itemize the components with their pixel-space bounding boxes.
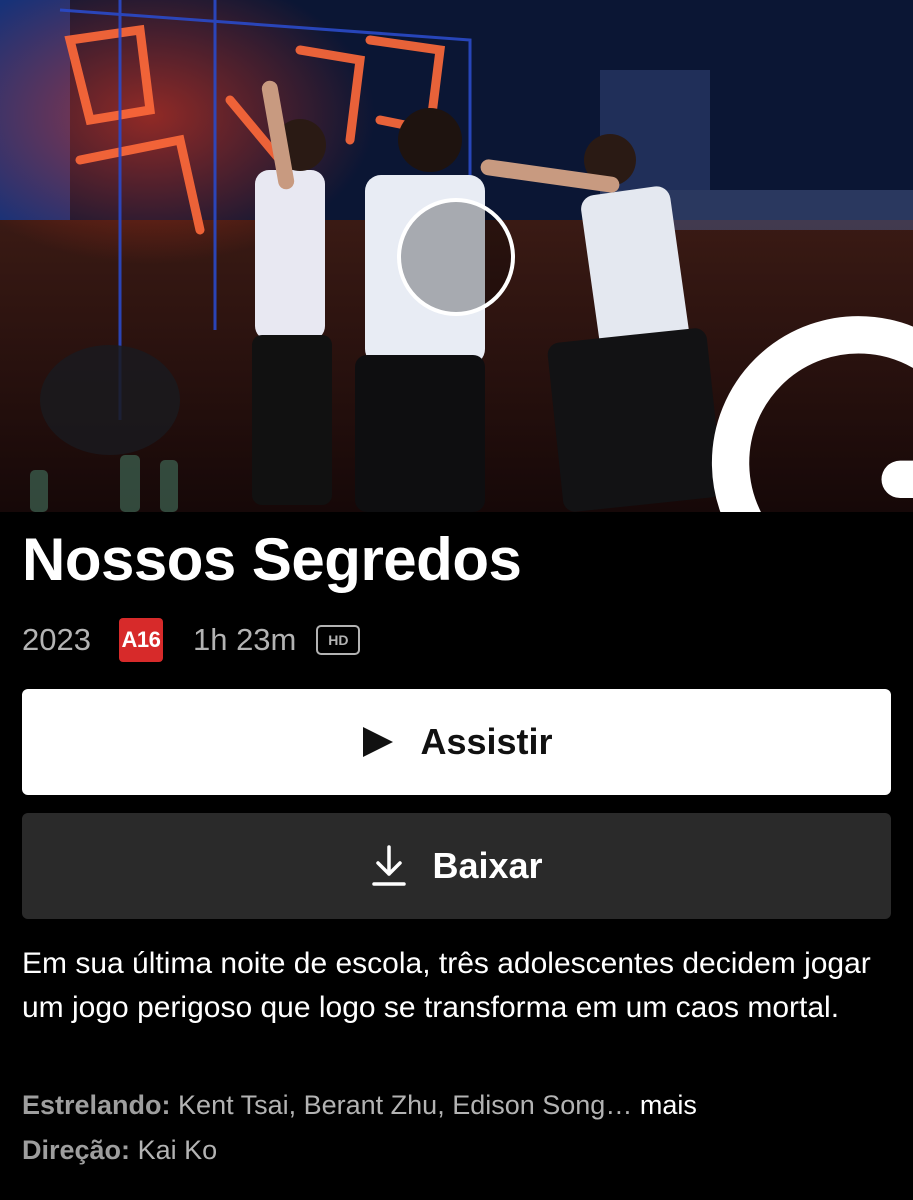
cast-names: Kent Tsai, Berant Zhu, Edison Song…	[178, 1090, 633, 1120]
download-icon	[370, 844, 408, 888]
play-icon	[360, 724, 396, 760]
cast-line: Estrelando: Kent Tsai, Berant Zhu, Ediso…	[22, 1090, 902, 1121]
download-button[interactable]: Baixar	[22, 813, 891, 919]
duration: 1h 23m	[192, 622, 297, 657]
release-year: 2023	[22, 622, 91, 657]
hero-image	[0, 0, 913, 512]
replay-button[interactable]	[397, 198, 913, 512]
more-cast-link[interactable]: mais	[640, 1090, 697, 1120]
title: Nossos Segredos	[22, 526, 522, 593]
hd-badge: HD	[316, 625, 361, 655]
play-button-label: Assistir	[420, 721, 553, 762]
director-label: Direção:	[22, 1135, 131, 1165]
director-line: Direção: Kai Ko	[22, 1135, 902, 1166]
director-names: Kai Ko	[137, 1135, 218, 1165]
cast-label: Estrelando:	[22, 1090, 171, 1120]
age-rating-badge: A16	[118, 618, 163, 662]
download-button-label: Baixar	[432, 845, 543, 886]
synopsis: Em sua última noite de escola, três adol…	[22, 947, 871, 1024]
play-button[interactable]: Assistir	[22, 689, 891, 795]
metadata-row: 2023 A16 1h 23m HD	[22, 617, 361, 663]
